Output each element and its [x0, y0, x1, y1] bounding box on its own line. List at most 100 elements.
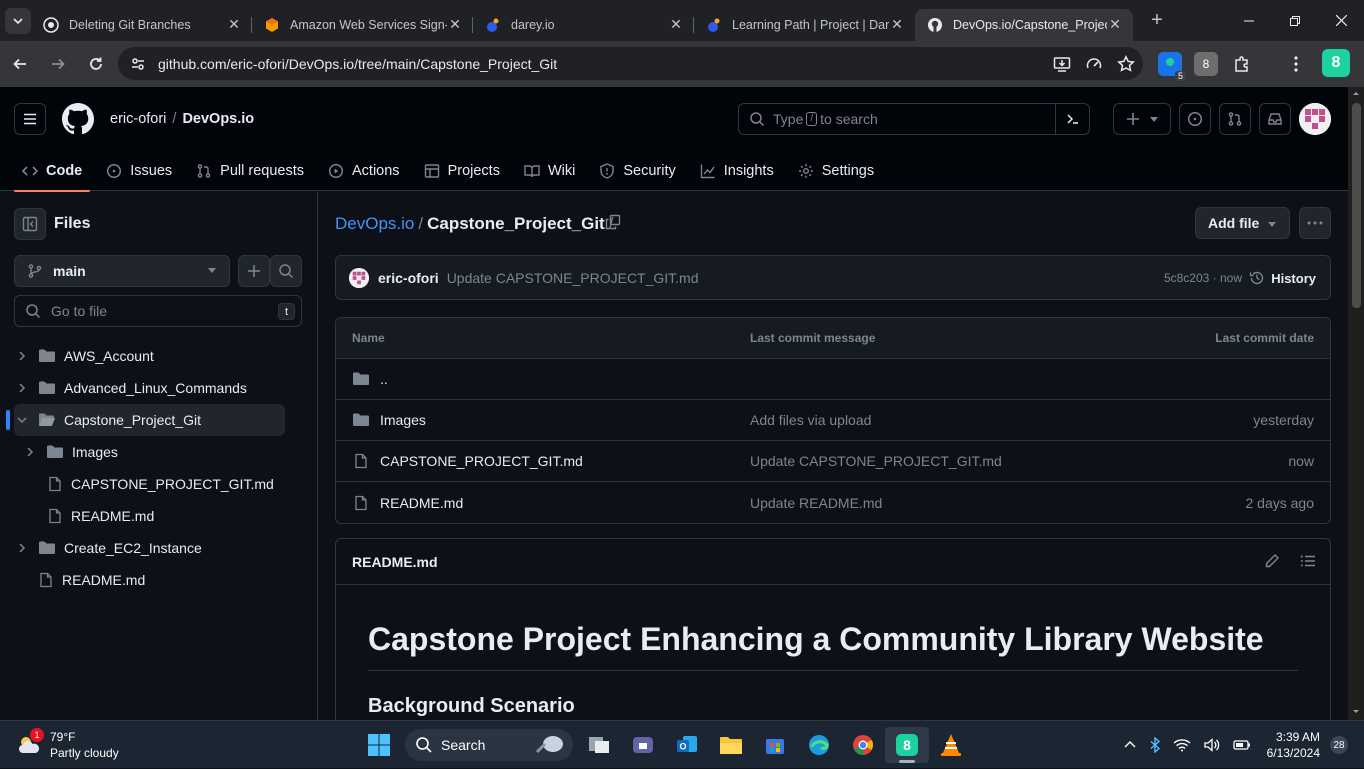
table-row[interactable]: Images Add files via upload yesterday	[336, 400, 1330, 441]
page-scrollbar[interactable]	[1348, 87, 1364, 720]
file-explorer-app[interactable]	[709, 727, 753, 763]
chevron-up-icon[interactable]	[1123, 738, 1137, 752]
scrollbar-thumb[interactable]	[1352, 103, 1361, 308]
commit-message[interactable]: Update CAPSTONE_PROJECT_GIT.md	[750, 453, 1002, 469]
file-name[interactable]: CAPSTONE_PROJECT_GIT.md	[380, 453, 583, 469]
clock[interactable]: 3:39 AM 6/13/2024	[1267, 729, 1320, 761]
file-name[interactable]: ..	[380, 371, 388, 387]
performance-icon[interactable]	[1085, 55, 1103, 73]
commit-sha-time[interactable]: 5c8c203 · now	[1164, 271, 1242, 285]
table-row[interactable]: README.md Update README.md 2 days ago	[336, 482, 1330, 523]
readme-filename[interactable]: README.md	[352, 554, 438, 570]
reload-button[interactable]	[78, 46, 114, 82]
github-logo[interactable]	[62, 103, 94, 135]
owner-link[interactable]: eric-ofori	[110, 111, 166, 127]
task-view-button[interactable]	[577, 727, 621, 763]
install-app-icon[interactable]	[1053, 55, 1071, 73]
start-button[interactable]	[357, 727, 401, 763]
chrome-app[interactable]	[841, 727, 885, 763]
back-button[interactable]	[2, 46, 38, 82]
commit-message[interactable]: Update README.md	[750, 495, 882, 511]
site-settings-icon[interactable]	[130, 56, 146, 72]
address-bar[interactable]: github.com/eric-ofori/DevOps.io/tree/mai…	[118, 47, 1143, 80]
tab-settings[interactable]: Settings	[790, 151, 882, 191]
extensions-menu-button[interactable]	[1230, 52, 1254, 76]
url-text[interactable]: github.com/eric-ofori/DevOps.io/tree/mai…	[158, 56, 557, 72]
pencil-icon[interactable]	[1264, 553, 1280, 569]
tab-issues[interactable]: Issues	[98, 151, 180, 191]
extension-button[interactable]: 8	[1194, 52, 1218, 76]
tree-item-folder[interactable]: Create_EC2_Instance	[0, 532, 318, 564]
scroll-down-icon[interactable]	[1348, 706, 1364, 718]
tab-actions[interactable]: Actions	[320, 151, 408, 191]
battery-icon[interactable]	[1232, 738, 1251, 752]
browser-tab[interactable]: darey.io ✕	[473, 9, 694, 41]
scroll-up-icon[interactable]	[1348, 87, 1364, 99]
issues-button[interactable]	[1179, 103, 1211, 135]
restore-button[interactable]	[1272, 0, 1318, 41]
file-name[interactable]: Images	[380, 412, 426, 428]
edge-app[interactable]	[797, 727, 841, 763]
history-button[interactable]: History	[1241, 262, 1330, 294]
bluetooth-icon[interactable]	[1149, 737, 1161, 753]
list-outline-icon[interactable]	[1300, 553, 1316, 569]
browser-tab[interactable]: Learning Path | Project | Darey ✕	[694, 9, 915, 41]
close-icon[interactable]: ✕	[668, 16, 684, 33]
avatar[interactable]	[349, 267, 369, 288]
notification-badge[interactable]: 28	[1330, 736, 1348, 754]
table-row-parent-dir[interactable]: ..	[336, 359, 1330, 400]
inbox-button[interactable]	[1259, 103, 1291, 135]
outlook-app[interactable]: O	[665, 727, 709, 763]
tab-insights[interactable]: Insights	[692, 151, 782, 191]
tree-item-folder[interactable]: Images	[0, 436, 318, 468]
close-window-button[interactable]	[1318, 0, 1364, 41]
tree-item-file[interactable]: README.md	[0, 500, 318, 532]
commit-author[interactable]: eric-ofori	[378, 270, 439, 286]
add-file-dropdown[interactable]: Add file	[1195, 207, 1290, 239]
minimize-button[interactable]	[1226, 0, 1272, 41]
collapse-sidebar-button[interactable]	[14, 208, 46, 240]
breadcrumb-repo-link[interactable]: DevOps.io	[335, 214, 414, 233]
tab-search-button[interactable]	[5, 7, 31, 34]
tab-code[interactable]: Code	[14, 151, 91, 192]
weather-widget[interactable]: 1 79°F Partly cloudy	[16, 728, 119, 761]
tree-item-folder[interactable]: Advanced_Linux_Commands	[0, 372, 318, 404]
copy-path-button[interactable]	[605, 214, 621, 230]
branch-selector[interactable]: main	[14, 255, 230, 287]
more-options-button[interactable]	[1299, 207, 1331, 239]
repo-link[interactable]: DevOps.io	[182, 111, 254, 127]
store-app[interactable]	[753, 727, 797, 763]
browser-tab-active[interactable]: DevOps.io/Capstone_Project_Git ✕	[915, 8, 1133, 41]
tab-wiki[interactable]: Wiki	[516, 151, 583, 191]
global-menu-button[interactable]	[14, 103, 46, 135]
profile-button[interactable]: 8	[1322, 49, 1350, 77]
close-icon[interactable]: ✕	[1107, 16, 1123, 33]
wifi-icon[interactable]	[1173, 738, 1191, 752]
teams-app[interactable]	[621, 727, 665, 763]
vlc-app[interactable]	[929, 727, 973, 763]
commit-message[interactable]: Add files via upload	[750, 412, 871, 428]
tab-security[interactable]: Security	[591, 151, 683, 191]
extension-button[interactable]: 5	[1158, 52, 1186, 81]
create-new-button[interactable]	[1113, 103, 1171, 135]
pull-requests-button[interactable]	[1219, 103, 1251, 135]
tab-pull-requests[interactable]: Pull requests	[188, 151, 312, 191]
go-to-file-input[interactable]: Go to file t	[14, 295, 302, 327]
tree-item-folder-selected[interactable]: Capstone_Project_Git	[6, 404, 285, 436]
new-tab-button[interactable]: +	[1143, 7, 1171, 35]
tree-item-file[interactable]: README.md	[0, 564, 318, 596]
close-icon[interactable]: ✕	[447, 16, 463, 33]
bookmark-star-icon[interactable]	[1117, 54, 1135, 73]
forward-button[interactable]	[40, 46, 76, 82]
speaker-icon[interactable]	[1203, 737, 1221, 753]
browser-tab[interactable]: Deleting Git Branches ✕	[31, 9, 252, 41]
close-icon[interactable]: ✕	[889, 16, 905, 33]
table-row[interactable]: CAPSTONE_PROJECT_GIT.md Update CAPSTONE_…	[336, 441, 1330, 482]
search-input[interactable]: Type / to search	[738, 103, 1090, 135]
commit-message[interactable]: Update CAPSTONE_PROJECT_GIT.md	[447, 270, 699, 286]
browser-tab[interactable]: Amazon Web Services Sign-In ✕	[252, 9, 473, 41]
file-name[interactable]: README.md	[380, 495, 463, 511]
add-file-button[interactable]	[238, 255, 270, 287]
user-avatar[interactable]	[1299, 103, 1331, 135]
close-icon[interactable]: ✕	[226, 16, 242, 33]
